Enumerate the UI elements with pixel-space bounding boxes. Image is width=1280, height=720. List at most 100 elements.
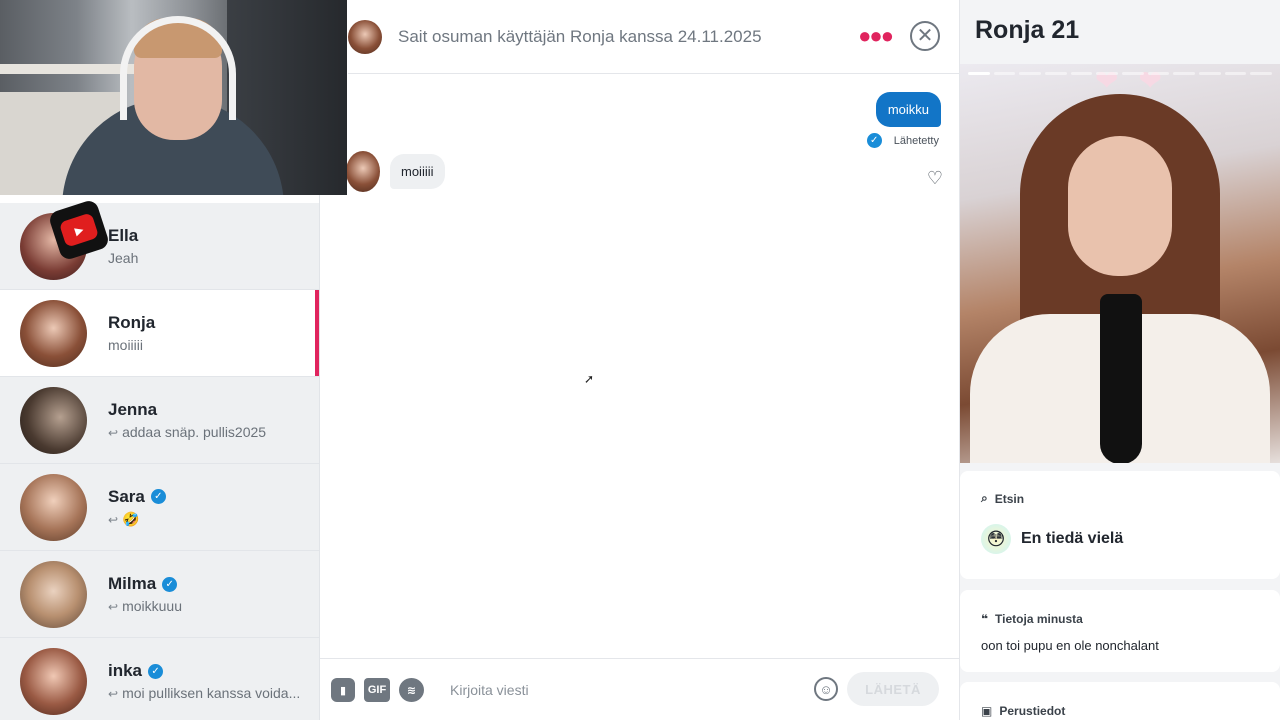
looking-for-label: ⌕ Etsin <box>981 491 1259 506</box>
photo-progress-segment <box>1250 72 1273 75</box>
looking-for-row: 😳 En tiedä vielä <box>981 524 1259 554</box>
profile-panel: Ronja 21 ❤❤ ⌕ Etsin 😳 En tiedä vielä ❝ Tie… <box>960 0 1280 720</box>
flushed-face-icon: 😳 <box>981 524 1011 554</box>
incoming-message-bubble: moiiiii <box>390 154 445 189</box>
match-item-sara[interactable]: Sara ✓ ↩ 🤣 <box>0 464 319 551</box>
match-preview-text: 🤣 <box>122 510 140 527</box>
search-icon: ⌕ <box>981 491 988 505</box>
match-item-milma[interactable]: Milma ✓ ↩ moikkuuu <box>0 551 319 638</box>
chat-header-avatar[interactable] <box>348 19 382 54</box>
photo-progress-segment <box>1070 72 1093 75</box>
chat-panel: Sait osuman käyttäjän Ronja kanssa 24.11… <box>320 0 960 720</box>
looking-for-value: En tiedä vielä <box>1021 530 1124 547</box>
photo-progress-segment <box>1122 72 1144 75</box>
basics-card: ▣ Perustiedot <box>960 682 1280 720</box>
quote-icon: ❝ <box>981 612 989 626</box>
message-composer: ▮ GIF ≋ ☺ LÄHETÄ <box>320 658 960 720</box>
incoming-message-avatar[interactable] <box>346 151 380 192</box>
reply-arrow-icon: ↩ <box>108 600 119 614</box>
match-preview: ↩ moi pulliksen kanssa voida... <box>108 685 300 701</box>
photo-progress-segment <box>1096 72 1119 75</box>
match-item-ronja[interactable]: Ronja moiiiii <box>0 290 319 377</box>
photo-progress-segment <box>1173 72 1196 75</box>
about-me-text: oon toi pupu en ole nonchalant <box>981 638 1159 653</box>
profile-photo[interactable]: ❤❤ <box>960 64 1280 463</box>
match-name-text: inka <box>108 661 143 680</box>
outgoing-message-bubble: moikku <box>875 92 941 127</box>
match-info: Jenna ↩ addaa snäp. pullis2025 <box>108 400 266 440</box>
photo-progress-segment <box>1045 72 1067 75</box>
match-preview: ↩ addaa snäp. pullis2025 <box>108 424 266 440</box>
match-item-jenna[interactable]: Jenna ↩ addaa snäp. pullis2025 <box>0 377 319 464</box>
app-root: ▶ Ella Jeah Ronja moiiiii Jenna ↩ addaa s… <box>0 0 1280 720</box>
match-info: Ronja moiiiii <box>108 313 155 353</box>
more-dots-icon[interactable]: ●●● <box>858 24 894 48</box>
match-name: Ella <box>108 226 138 246</box>
avatar <box>20 473 87 541</box>
photo-progress-segment <box>968 72 990 75</box>
photo-progress-segment <box>1199 72 1221 75</box>
emoji-icon[interactable]: ☺ <box>814 677 838 701</box>
photo-progress-segment <box>1224 72 1247 75</box>
sent-status: ✓ Lähetetty <box>866 133 939 148</box>
chat-header-title: Sait osuman käyttäjän Ronja kanssa 24.11… <box>398 26 762 46</box>
photo-progress-segment <box>993 72 1016 75</box>
about-me-label: ❝ Tietoja minusta <box>981 612 1259 626</box>
webcam-overlay <box>0 0 347 195</box>
heart-like-icon[interactable]: ♡ <box>927 168 943 189</box>
match-item-ella[interactable]: ▶ Ella Jeah <box>0 198 319 290</box>
match-name-text: Sara <box>108 486 145 506</box>
match-name-text: Jenna <box>108 400 158 419</box>
match-preview-text: moi pulliksen kanssa voida... <box>122 685 301 701</box>
incoming-message: moiiiii <box>346 151 445 192</box>
bunny-ears-filter: ❤❤ <box>1095 65 1182 96</box>
reply-arrow-icon: ↩ <box>108 687 119 701</box>
reply-arrow-icon: ↩ <box>108 426 119 440</box>
send-button[interactable]: LÄHETÄ <box>847 672 939 706</box>
avatar <box>20 560 87 628</box>
looking-for-label-text: Etsin <box>994 491 1025 506</box>
match-preview-text: moikkuuu <box>122 598 182 614</box>
webcam-headset <box>120 16 236 120</box>
match-preview-text: addaa snäp. pullis2025 <box>122 424 267 440</box>
avatar <box>20 647 87 715</box>
photo-progress-segment <box>1147 72 1170 75</box>
verified-badge-icon: ✓ <box>162 576 178 592</box>
message-input[interactable] <box>450 677 790 703</box>
avatar <box>20 386 87 454</box>
looking-for-card: ⌕ Etsin 😳 En tiedä vielä <box>960 471 1280 579</box>
avatar <box>20 299 87 367</box>
match-name-text: Ella <box>108 226 139 245</box>
gif-button[interactable]: GIF <box>364 678 390 702</box>
match-preview: Jeah <box>108 250 139 266</box>
spotify-icon[interactable]: ≋ <box>399 678 424 702</box>
photo-progress-indicator <box>968 72 1273 75</box>
basics-label-text: Perustiedot <box>999 704 1066 718</box>
basics-label: ▣ Perustiedot <box>981 704 1259 718</box>
match-item-inka[interactable]: inka ✓ ↩ moi pulliksen kanssa voida... <box>0 638 319 720</box>
match-info: Ella Jeah <box>108 226 138 266</box>
photo-face <box>1068 136 1172 276</box>
about-me-label-text: Tietoja minusta <box>995 612 1083 626</box>
match-name: Sara ✓ <box>108 487 166 507</box>
matches-sidebar: ▶ Ella Jeah Ronja moiiiii Jenna ↩ addaa s… <box>0 195 320 720</box>
match-name: Ronja <box>108 313 155 333</box>
verified-badge-icon: ✓ <box>150 489 166 504</box>
match-info: Sara ✓ ↩ 🤣 <box>108 487 166 528</box>
profile-name-age: Ronja 21 <box>975 16 1080 44</box>
sent-check-icon: ✓ <box>866 133 882 148</box>
about-me-card: ❝ Tietoja minusta oon toi pupu en ole non… <box>960 590 1280 672</box>
match-info: inka ✓ ↩ moi pulliksen kanssa voida... <box>108 661 300 701</box>
id-card-icon: ▣ <box>981 704 993 718</box>
match-info: Milma ✓ ↩ moikkuuu <box>108 574 182 614</box>
reply-arrow-icon: ↩ <box>108 512 119 527</box>
mouse-cursor-icon: ➚ <box>584 372 595 386</box>
photo-tie <box>1100 294 1142 463</box>
match-preview: ↩ 🤣 <box>108 511 166 528</box>
match-name: inka ✓ <box>108 661 300 681</box>
sticker-icon[interactable]: ▮ <box>331 678 355 702</box>
match-name: Milma ✓ <box>108 574 182 594</box>
close-icon[interactable]: ✕ <box>910 21 940 51</box>
chat-header: Sait osuman käyttäjän Ronja kanssa 24.11… <box>348 0 960 74</box>
match-name-text: Milma <box>108 574 157 593</box>
